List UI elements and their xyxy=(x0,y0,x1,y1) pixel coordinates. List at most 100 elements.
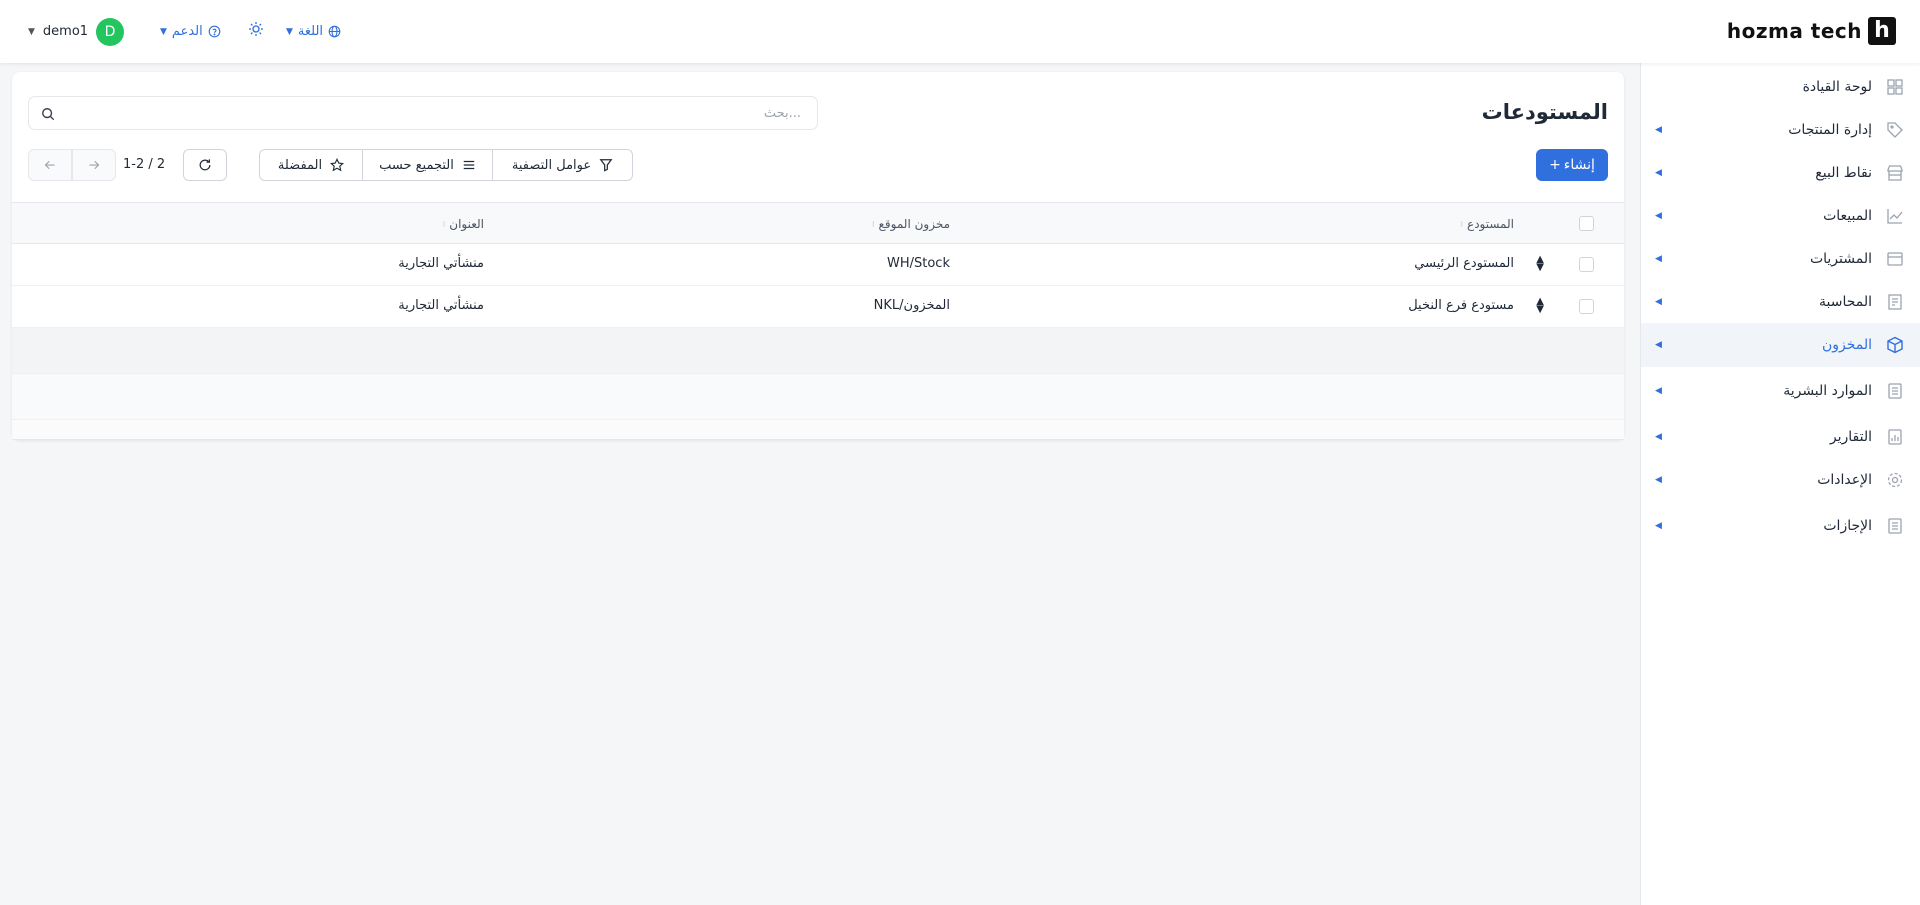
sidebar-item-inventory[interactable]: المخزون ◀ xyxy=(1641,323,1920,367)
sidebar-item-label: الإجازات xyxy=(1823,518,1872,534)
search-icon xyxy=(42,108,55,121)
column-header-address[interactable]: العنوان ⁝ xyxy=(443,217,484,231)
expand-arrow-icon: ◀ xyxy=(1655,211,1662,221)
sidebar: لوحة القيادة إدارة المنتجات ◀ نقاط البيع… xyxy=(1640,63,1920,905)
expand-arrow-icon: ◀ xyxy=(1655,254,1662,264)
expand-arrow-icon: ◀ xyxy=(1655,125,1662,135)
sidebar-item-settings[interactable]: الإعدادات ◀ xyxy=(1641,458,1920,502)
search-input[interactable]: بحث... xyxy=(28,96,818,130)
select-all-checkbox[interactable] xyxy=(1579,216,1594,231)
pager-range: 1-2 / 2 xyxy=(123,157,166,172)
filter-icon xyxy=(599,159,613,172)
arrow-right-icon xyxy=(89,160,100,170)
chart-line-icon xyxy=(1887,209,1903,224)
sidebar-item-label: لوحة القيادة xyxy=(1802,79,1872,95)
sidebar-item-label: نقاط البيع xyxy=(1815,165,1872,181)
drag-handle-icon[interactable]: ▲ ▼ xyxy=(1536,255,1544,273)
plus-icon: + xyxy=(1549,157,1561,173)
list-icon xyxy=(463,160,475,170)
chevron-down-icon: ▼ xyxy=(160,26,167,37)
accounting-icon xyxy=(1888,294,1902,310)
tag-icon xyxy=(1887,122,1903,138)
table-row[interactable]: ▲ ▼ المستودع الرئيسي WH/Stock منشأتي التج… xyxy=(12,244,1624,286)
globe-icon xyxy=(328,25,341,38)
arrow-left-icon xyxy=(44,160,55,170)
column-header-location[interactable]: مخزون الموقع ⁝ xyxy=(872,217,950,231)
expand-arrow-icon: ◀ xyxy=(1655,297,1662,307)
sidebar-item-pos[interactable]: نقاط البيع ◀ xyxy=(1641,151,1920,195)
brand-logo[interactable]: hozma tech h xyxy=(1727,17,1896,45)
language-menu[interactable]: ▼ اللغة xyxy=(286,24,341,39)
column-header-warehouse[interactable]: المستودع ⁝ xyxy=(1460,217,1514,231)
group-by-button[interactable]: التجميع حسب xyxy=(362,150,492,180)
sidebar-item-reports[interactable]: التقارير ◀ xyxy=(1641,415,1920,459)
empty-row xyxy=(12,420,1624,440)
table-row[interactable]: ▲ ▼ مستودع فرع النخيل NKL/المخزون منشأتي … xyxy=(12,286,1624,328)
warehouses-table: المستودع ⁝ مخزون الموقع ⁝ العنوان ⁝ ▲ ▼ ا… xyxy=(12,202,1624,440)
user-menu[interactable]: ▼ demo1 D xyxy=(28,17,125,46)
row-checkbox[interactable] xyxy=(1579,299,1594,314)
cell-warehouse: مستودع فرع النخيل xyxy=(1408,298,1514,313)
filters-button[interactable]: عوامل التصفية xyxy=(492,150,632,180)
sidebar-item-label: الإعدادات xyxy=(1817,472,1872,488)
sidebar-item-label: الموارد البشرية xyxy=(1783,383,1872,399)
group-by-label: التجميع حسب xyxy=(379,157,454,173)
gear-icon xyxy=(1887,472,1903,488)
sidebar-item-products[interactable]: إدارة المنتجات ◀ xyxy=(1641,108,1920,152)
avatar: D xyxy=(96,17,125,46)
support-menu[interactable]: ▼ الدعم xyxy=(160,24,221,39)
cell-location: WH/Stock xyxy=(887,256,950,271)
sidebar-item-label: المحاسبة xyxy=(1818,294,1872,310)
drag-handle-icon[interactable]: ▲ ▼ xyxy=(1536,297,1544,315)
search-placeholder: بحث... xyxy=(763,106,801,121)
user-area: ▼ demo1 D xyxy=(28,0,125,63)
sidebar-item-label: المبيعات xyxy=(1823,208,1872,224)
leaves-icon xyxy=(1888,518,1902,534)
empty-row xyxy=(12,328,1624,374)
store-icon xyxy=(1887,165,1903,181)
brand-mark: h xyxy=(1868,17,1896,45)
refresh-button[interactable] xyxy=(183,149,227,181)
table-header: المستودع ⁝ مخزون الموقع ⁝ العنوان ⁝ xyxy=(12,202,1624,244)
sidebar-item-label: المشتريات xyxy=(1809,251,1872,267)
cell-address: منشأتي التجارية xyxy=(398,256,484,271)
pager-prev-button[interactable] xyxy=(28,149,72,181)
refresh-icon xyxy=(199,159,211,171)
purchases-icon xyxy=(1887,252,1903,266)
language-label: اللغة xyxy=(297,24,324,39)
star-icon xyxy=(330,158,345,172)
sidebar-item-label: إدارة المنتجات xyxy=(1788,122,1872,138)
help-circle-icon xyxy=(208,25,221,38)
row-checkbox[interactable] xyxy=(1579,257,1594,272)
cell-location: NKL/المخزون xyxy=(873,298,950,313)
sidebar-item-dashboard[interactable]: لوحة القيادة xyxy=(1641,65,1920,109)
column-label: العنوان xyxy=(449,217,484,231)
sidebar-item-hr[interactable]: الموارد البشرية ◀ xyxy=(1641,369,1920,413)
sort-icon: ⁝ xyxy=(871,219,875,229)
column-label: مخزون الموقع xyxy=(878,217,950,231)
expand-arrow-icon: ◀ xyxy=(1655,521,1662,531)
favorites-label: المفضلة xyxy=(277,157,323,173)
top-bar: hozma tech h ▼ demo1 D ▼ الدعم ▼ اللغة xyxy=(0,0,1920,63)
sort-icon: ⁝ xyxy=(1460,219,1464,229)
expand-arrow-icon: ◀ xyxy=(1655,168,1662,178)
dashboard-icon xyxy=(1887,79,1903,95)
chevron-down-icon: ▼ xyxy=(28,26,35,37)
sidebar-item-leaves[interactable]: الإجازات ◀ xyxy=(1641,504,1920,548)
username: demo1 xyxy=(42,24,89,39)
filters-label: عوامل التصفية xyxy=(511,157,592,173)
create-label: إنشاء xyxy=(1563,157,1595,173)
sidebar-item-purchases[interactable]: المشتريات ◀ xyxy=(1641,237,1920,281)
page-title: المستودعات xyxy=(1481,100,1608,124)
favorites-button[interactable]: المفضلة xyxy=(260,150,362,180)
sidebar-item-sales[interactable]: المبيعات ◀ xyxy=(1641,194,1920,238)
theme-toggle[interactable] xyxy=(248,21,264,41)
create-button[interactable]: + إنشاء xyxy=(1536,149,1608,181)
chevron-down-icon: ▼ xyxy=(286,26,293,37)
support-label: الدعم xyxy=(171,24,203,39)
sidebar-item-label: المخزون xyxy=(1821,337,1872,353)
warehouses-panel: المستودعات بحث... + إنشاء عوامل التصفية … xyxy=(12,72,1624,440)
cell-warehouse: المستودع الرئيسي xyxy=(1414,256,1514,271)
pager-next-button[interactable] xyxy=(72,149,116,181)
sidebar-item-accounting[interactable]: المحاسبة ◀ xyxy=(1641,280,1920,324)
